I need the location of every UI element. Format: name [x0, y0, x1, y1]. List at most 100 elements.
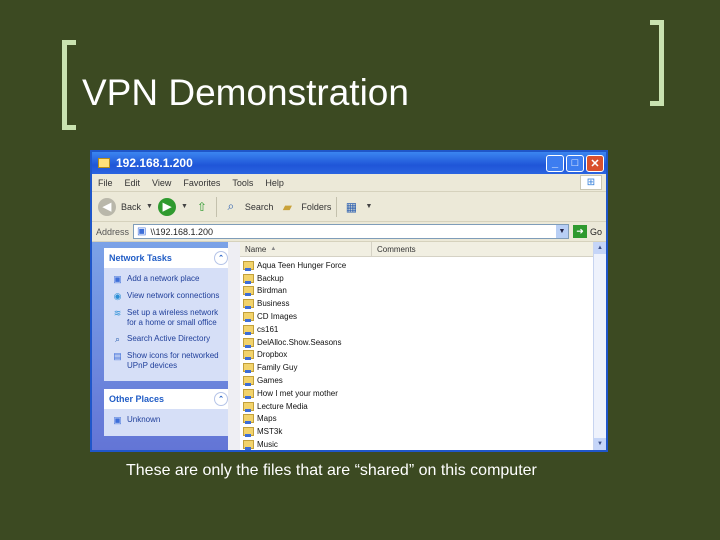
network-tasks-header[interactable]: Network Tasks ⌃ — [104, 248, 232, 268]
scroll-down-icon[interactable]: ▼ — [594, 438, 606, 450]
shared-folder-icon — [243, 324, 254, 335]
list-item[interactable]: Music — [243, 438, 606, 450]
file-name: Birdman — [257, 286, 287, 296]
toolbar-separator — [336, 196, 338, 217]
shared-folder-icon — [243, 273, 254, 284]
back-arrow-icon[interactable]: ◀ — [98, 197, 116, 216]
title-bracket-left — [62, 40, 76, 130]
file-name: How I met your mother — [257, 388, 338, 398]
list-item[interactable]: Business — [243, 297, 606, 310]
network-place-icon: ▣ — [113, 274, 122, 284]
sort-ascending-icon: ▲ — [270, 246, 277, 252]
task-label: Add a network place — [127, 274, 200, 283]
network-computer-icon: ▣ — [137, 226, 147, 237]
column-name-label: Name — [245, 244, 267, 254]
back-button[interactable]: Back — [121, 202, 141, 212]
file-rows: Aqua Teen Hunger Force Backup Birdman Bu… — [240, 257, 606, 450]
shared-folder-icon — [243, 350, 254, 361]
views-icon[interactable]: ▦ — [342, 199, 360, 215]
list-item[interactable]: cs161 — [243, 323, 606, 336]
shared-folder-icon — [243, 440, 254, 450]
menu-view[interactable]: View — [152, 178, 171, 188]
place-unknown[interactable]: ▣ Unknown — [112, 415, 228, 426]
collapse-chevron-icon[interactable]: ⌃ — [214, 251, 228, 265]
list-item[interactable]: Maps — [243, 413, 606, 426]
title-bracket-right — [650, 20, 664, 106]
column-comments[interactable]: Comments — [372, 242, 606, 256]
menu-file[interactable]: File — [98, 178, 113, 188]
column-comments-label: Comments — [377, 244, 416, 254]
column-name[interactable]: Name ▲ — [240, 242, 372, 256]
title-bar[interactable]: 192.168.1.200 _ □ ✕ — [92, 152, 606, 174]
network-tasks-panel: Network Tasks ⌃ ▣ Add a network place ◉ … — [104, 248, 232, 381]
shared-folder-icon — [243, 286, 254, 297]
collapse-chevron-icon[interactable]: ⌃ — [214, 392, 228, 406]
toolbar-separator — [215, 196, 217, 217]
shared-folder-icon — [243, 414, 254, 425]
task-search-active-directory[interactable]: ⌕ Search Active Directory — [112, 334, 228, 345]
upnp-devices-icon: ▤ — [113, 351, 122, 361]
other-places-panel: Other Places ⌃ ▣ Unknown — [104, 389, 232, 436]
maximize-button[interactable]: □ — [566, 154, 584, 172]
forward-dropdown-icon[interactable]: ▼ — [181, 203, 188, 210]
windows-logo-icon: ⊞ — [580, 175, 602, 190]
folders-button[interactable]: Folders — [301, 202, 331, 212]
views-dropdown-icon[interactable]: ▼ — [365, 203, 372, 210]
minimize-button[interactable]: _ — [546, 154, 564, 172]
toolbar: ◀ Back ▼ ▶ ▼ ⇧ ⌕ Search ▰ Folders ▦ ▼ — [92, 192, 606, 222]
list-item[interactable]: MST3k — [243, 425, 606, 438]
file-name: Dropbox — [257, 350, 288, 360]
list-item[interactable]: Dropbox — [243, 349, 606, 362]
file-name: Aqua Teen Hunger Force — [257, 260, 347, 270]
menu-help[interactable]: Help — [265, 178, 284, 188]
file-name: Lecture Media — [257, 401, 308, 411]
shared-folder-icon — [243, 312, 254, 323]
task-pane-scrollbar[interactable] — [228, 242, 240, 450]
search-icon[interactable]: ⌕ — [222, 199, 240, 215]
list-item[interactable]: Lecture Media — [243, 400, 606, 413]
close-button[interactable]: ✕ — [586, 154, 604, 172]
search-button[interactable]: Search — [245, 202, 274, 212]
list-item[interactable]: How I met your mother — [243, 387, 606, 400]
window-title: 192.168.1.200 — [116, 156, 193, 170]
address-bar: Address ▣ \\192.168.1.200 ▼ ➜ Go — [92, 222, 606, 242]
file-name: Maps — [257, 414, 277, 424]
task-show-upnp-icons[interactable]: ▤ Show icons for networked UPnP devices — [112, 351, 228, 371]
file-name: DelAlloc.Show.Seasons — [257, 337, 342, 347]
back-dropdown-icon[interactable]: ▼ — [146, 203, 153, 210]
search-directory-icon: ⌕ — [114, 334, 121, 344]
list-item[interactable]: CD Images — [243, 310, 606, 323]
column-headers: Name ▲ Comments — [240, 242, 606, 257]
menu-edit[interactable]: Edit — [125, 178, 141, 188]
shared-folder-icon — [243, 337, 254, 348]
folders-icon[interactable]: ▰ — [278, 199, 296, 215]
menu-tools[interactable]: Tools — [232, 178, 253, 188]
up-folder-icon[interactable]: ⇧ — [193, 199, 211, 215]
list-item[interactable]: Backup — [243, 272, 606, 285]
wireless-icon: ≋ — [113, 308, 122, 318]
address-input[interactable]: ▣ \\192.168.1.200 ▼ — [133, 224, 569, 239]
file-name: Music — [257, 440, 278, 450]
task-view-network-connections[interactable]: ◉ View network connections — [112, 291, 228, 302]
task-setup-wireless[interactable]: ≋ Set up a wireless network for a home o… — [112, 308, 228, 328]
slide-caption: These are only the files that are “share… — [126, 462, 537, 479]
computer-icon: ▣ — [113, 415, 122, 425]
file-name: Family Guy — [257, 363, 298, 373]
other-places-header[interactable]: Other Places ⌃ — [104, 389, 232, 409]
menu-favorites[interactable]: Favorites — [183, 178, 220, 188]
address-dropdown-icon[interactable]: ▼ — [555, 225, 568, 238]
task-add-network-place[interactable]: ▣ Add a network place — [112, 274, 228, 285]
list-item[interactable]: Games — [243, 374, 606, 387]
list-item[interactable]: Aqua Teen Hunger Force — [243, 259, 606, 272]
content-area: Network Tasks ⌃ ▣ Add a network place ◉ … — [92, 242, 606, 450]
file-name: Business — [257, 299, 290, 309]
scroll-up-icon[interactable]: ▲ — [594, 242, 606, 254]
list-item[interactable]: Family Guy — [243, 361, 606, 374]
file-list-scrollbar[interactable]: ▲ ▼ — [593, 242, 606, 450]
list-item[interactable]: DelAlloc.Show.Seasons — [243, 336, 606, 349]
forward-button[interactable]: ▶ — [157, 197, 176, 216]
list-item[interactable]: Birdman — [243, 285, 606, 298]
go-button[interactable]: ➜ Go — [572, 225, 602, 238]
file-name: cs161 — [257, 324, 279, 334]
file-list: Name ▲ Comments Aqua Teen Hunger Force B… — [240, 242, 606, 450]
